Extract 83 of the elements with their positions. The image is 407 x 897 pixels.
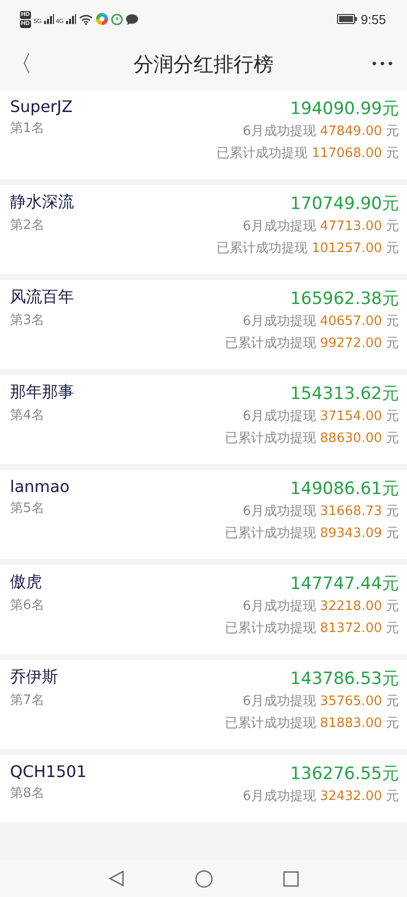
- cumulative-withdrawal-amount: 81883.00: [320, 715, 382, 733]
- currency-unit: 元: [386, 313, 399, 331]
- rank-label: 第8名: [10, 785, 46, 802]
- total-amount: 170749.90元: [290, 193, 399, 216]
- user-name: 静水深流: [10, 192, 75, 213]
- cumulative-withdrawal-label: 已累计成功提现: [224, 430, 316, 448]
- back-nav-icon[interactable]: [108, 870, 125, 887]
- home-nav-icon[interactable]: [195, 870, 213, 888]
- signal-icon: [66, 14, 76, 24]
- monthly-withdrawal-label: 6月成功提现: [242, 693, 316, 711]
- cumulative-withdrawal-amount: 101257.00: [312, 240, 382, 258]
- cumulative-withdrawal-label: 已累计成功提现: [224, 525, 316, 543]
- more-button[interactable]: •••: [370, 57, 395, 71]
- rank-label: 第1名: [10, 120, 46, 137]
- monthly-withdrawal-label: 6月成功提现: [242, 218, 316, 236]
- rank-label: 第6名: [10, 597, 46, 614]
- user-name: 风流百年: [10, 287, 75, 308]
- monthly-withdrawal-label: 6月成功提现: [242, 123, 316, 141]
- user-name: 乔伊斯: [10, 667, 59, 688]
- monthly-withdrawal-amount: 35765.00: [320, 693, 382, 711]
- user-name: SuperJZ: [10, 97, 74, 116]
- rank-label: 第2名: [10, 217, 46, 234]
- monthly-withdrawal-label: 6月成功提现: [242, 788, 316, 806]
- currency-unit: 元: [386, 503, 399, 521]
- app-icon: [96, 13, 108, 25]
- currency-unit: 元: [386, 598, 399, 616]
- monthly-withdrawal-label: 6月成功提现: [242, 408, 316, 426]
- rank-label: 第4名: [10, 407, 46, 424]
- monthly-withdrawal-amount: 47849.00: [320, 123, 382, 141]
- currency-unit: 元: [386, 620, 399, 638]
- currency-unit: 元: [386, 693, 399, 711]
- total-amount: 147747.44元: [290, 573, 399, 596]
- currency-unit: 元: [386, 430, 399, 448]
- user-name: QCH1501: [10, 762, 88, 781]
- user-name: lanmao: [10, 477, 71, 496]
- back-button[interactable]: 〈: [6, 49, 36, 79]
- cumulative-withdrawal-label: 已累计成功提现: [224, 620, 316, 638]
- monthly-withdrawal-amount: 32218.00: [320, 598, 382, 616]
- monthly-withdrawal-amount: 47713.00: [320, 218, 382, 236]
- cumulative-withdrawal-amount: 117068.00: [312, 145, 382, 163]
- total-amount: 136276.55元: [290, 763, 399, 786]
- currency-unit: 元: [386, 525, 399, 543]
- total-amount: 165962.38元: [290, 288, 399, 311]
- monthly-withdrawal-amount: 31668.73: [320, 503, 382, 521]
- currency-unit: 元: [386, 123, 399, 141]
- currency-unit: 元: [386, 408, 399, 426]
- battery-icon: [336, 14, 357, 24]
- currency-unit: 元: [386, 788, 399, 806]
- monthly-withdrawal-amount: 37154.00: [320, 408, 382, 426]
- monthly-withdrawal-label: 6月成功提现: [242, 503, 316, 521]
- monthly-withdrawal-label: 6月成功提现: [242, 598, 316, 616]
- cumulative-withdrawal-amount: 81372.00: [320, 620, 382, 638]
- currency-unit: 元: [386, 145, 399, 163]
- wifi-icon: [78, 14, 93, 24]
- user-name: 那年那事: [10, 382, 75, 403]
- clock-icon: [110, 13, 123, 25]
- currency-unit: 元: [386, 218, 399, 236]
- currency-unit: 元: [386, 240, 399, 258]
- cumulative-withdrawal-amount: 88630.00: [320, 430, 382, 448]
- status-time: 9:55: [360, 12, 386, 26]
- total-amount: 143786.53元: [290, 668, 399, 691]
- rank-label: 第5名: [10, 500, 46, 517]
- currency-unit: 元: [386, 335, 399, 353]
- monthly-withdrawal-amount: 32432.00: [320, 788, 382, 806]
- cumulative-withdrawal-amount: 99272.00: [320, 335, 382, 353]
- cumulative-withdrawal-amount: 89343.09: [320, 525, 382, 543]
- cumulative-withdrawal-label: 已累计成功提现: [216, 240, 308, 258]
- cumulative-withdrawal-label: 已累计成功提现: [216, 145, 308, 163]
- cumulative-withdrawal-label: 已累计成功提现: [224, 335, 316, 353]
- rank-label: 第3名: [10, 312, 46, 329]
- total-amount: 149086.61元: [290, 478, 399, 501]
- signal-icon: [44, 14, 54, 24]
- cumulative-withdrawal-label: 已累计成功提现: [224, 715, 316, 733]
- page-title: 分润分红排行榜: [132, 50, 274, 78]
- chat-icon: [126, 14, 138, 24]
- total-amount: 194090.99元: [290, 98, 399, 121]
- currency-unit: 元: [386, 715, 399, 733]
- monthly-withdrawal-label: 6月成功提现: [242, 313, 316, 331]
- total-amount: 154313.62元: [290, 383, 399, 406]
- recents-nav-icon[interactable]: [283, 870, 299, 886]
- rank-label: 第7名: [10, 692, 46, 709]
- monthly-withdrawal-amount: 40657.00: [320, 313, 382, 331]
- user-name: 傲虎: [10, 572, 43, 593]
